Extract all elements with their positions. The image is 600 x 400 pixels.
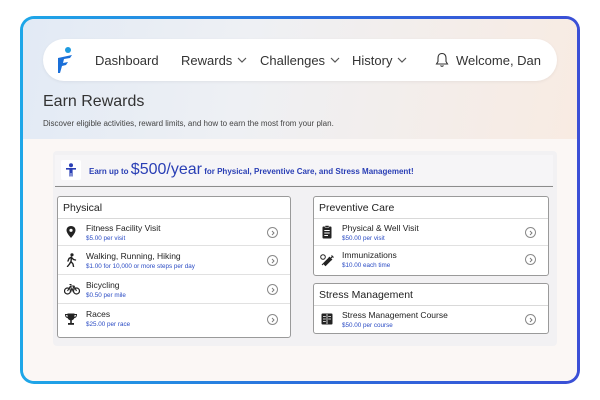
- activity-row-stress-course[interactable]: Stress Management Course $50.00 per cour…: [314, 306, 548, 333]
- activity-detail: $25.00 per race: [86, 321, 131, 328]
- activity-detail: $10.00 each time: [342, 262, 391, 269]
- activity-detail: $1.00 for 10,000 or more steps per day: [86, 263, 195, 270]
- activity-row-immunizations[interactable]: Immunizations $10.00 each time: [314, 246, 548, 274]
- activity-chevron-button[interactable]: [267, 255, 278, 266]
- person-icon: [66, 163, 76, 177]
- chevron-right-icon: [529, 230, 533, 235]
- earn-prefix: Earn up to: [89, 167, 129, 176]
- earn-amount: $500/year: [130, 161, 202, 178]
- syringe-icon: [320, 254, 334, 267]
- clipboard-icon: [322, 225, 332, 239]
- nav-rewards-label: Rewards: [181, 52, 233, 68]
- bell-icon[interactable]: [435, 52, 449, 68]
- chevron-down-icon: [237, 57, 247, 63]
- activity-name: Walking, Running, Hiking: [86, 251, 181, 261]
- nav-dashboard-label: Dashboard: [95, 52, 159, 68]
- chevron-down-icon: [398, 57, 407, 63]
- top-navigation: Dashboard Rewards Challenges History Wel…: [43, 39, 557, 81]
- page-subtitle: Discover eligible activities, reward lim…: [43, 119, 334, 128]
- earn-banner-text: Earn up to $500/year for Physical, Preve…: [89, 161, 414, 179]
- nav-challenges-label: Challenges: [260, 52, 326, 68]
- app-window: Dashboard Rewards Challenges History Wel…: [23, 19, 577, 381]
- chevron-right-icon: [271, 287, 275, 292]
- bicycle-icon: [64, 283, 80, 295]
- activity-name: Physical & Well Visit: [342, 223, 419, 233]
- location-pin-icon: [66, 226, 76, 238]
- activity-detail: $50.00 per course: [342, 322, 393, 329]
- walking-person-icon: [66, 253, 77, 267]
- chevron-right-icon: [271, 317, 275, 322]
- earn-suffix: for Physical, Preventive Care, and Stres…: [204, 167, 414, 176]
- activity-name: Races: [86, 309, 111, 319]
- chevron-right-icon: [529, 317, 533, 322]
- activity-row-fitness[interactable]: Fitness Facility Visit $5.00 per visit: [58, 219, 290, 246]
- chevron-right-icon: [271, 258, 275, 263]
- nav-dashboard[interactable]: Dashboard: [95, 39, 159, 81]
- course-book-icon: [321, 313, 333, 325]
- activity-row-races[interactable]: Races $25.00 per race: [58, 304, 290, 335]
- earn-banner: Earn up to $500/year for Physical, Preve…: [55, 155, 553, 185]
- activity-row-physical-visit[interactable]: Physical & Well Visit $50.00 per visit: [314, 219, 548, 246]
- activity-chevron-button[interactable]: [525, 227, 536, 238]
- activity-name: Fitness Facility Visit: [86, 223, 161, 233]
- trophy-icon: [64, 313, 78, 325]
- stress-management-title: Stress Management: [314, 284, 548, 306]
- chevron-right-icon: [271, 230, 275, 235]
- brand-logo-icon[interactable]: [55, 46, 75, 74]
- nav-rewards[interactable]: Rewards: [181, 39, 247, 81]
- chevron-down-icon: [330, 57, 340, 63]
- rewards-card: Earn up to $500/year for Physical, Preve…: [53, 151, 557, 346]
- welcome-text: Welcome, Dan: [456, 52, 542, 68]
- preventive-care-title: Preventive Care: [314, 197, 548, 219]
- person-tile: [61, 160, 81, 180]
- chevron-right-icon: [529, 257, 533, 262]
- activity-chevron-button[interactable]: [267, 227, 278, 238]
- app-frame: Dashboard Rewards Challenges History Wel…: [20, 16, 580, 384]
- nav-history-label: History: [352, 52, 393, 68]
- stress-management-group: Stress Management Stress Management Cour…: [313, 283, 549, 334]
- activity-name: Bicycling: [86, 280, 120, 290]
- activity-chevron-button[interactable]: [525, 254, 536, 265]
- activity-name: Immunizations: [342, 250, 397, 260]
- activity-detail: $0.50 per mile: [86, 292, 126, 299]
- physical-group: Physical Fitness Facility Visit $5.00 pe…: [57, 196, 291, 338]
- activity-chevron-button[interactable]: [525, 314, 536, 325]
- welcome-area[interactable]: Welcome, Dan: [435, 39, 541, 81]
- preventive-care-group: Preventive Care Physical & Well Visit $5…: [313, 196, 549, 276]
- activity-detail: $50.00 per visit: [342, 235, 385, 242]
- nav-challenges[interactable]: Challenges: [260, 39, 340, 81]
- activity-chevron-button[interactable]: [267, 284, 278, 295]
- activity-name: Stress Management Course: [342, 310, 448, 320]
- physical-title: Physical: [58, 197, 290, 219]
- activity-row-bicycling[interactable]: Bicycling $0.50 per mile: [58, 275, 290, 304]
- activity-row-walking[interactable]: Walking, Running, Hiking $1.00 for 10,00…: [58, 246, 290, 275]
- activity-chevron-button[interactable]: [267, 314, 278, 325]
- banner-divider: [55, 186, 553, 187]
- activity-detail: $5.00 per visit: [86, 235, 126, 242]
- nav-history[interactable]: History: [352, 39, 407, 81]
- page-title: Earn Rewards: [43, 93, 145, 110]
